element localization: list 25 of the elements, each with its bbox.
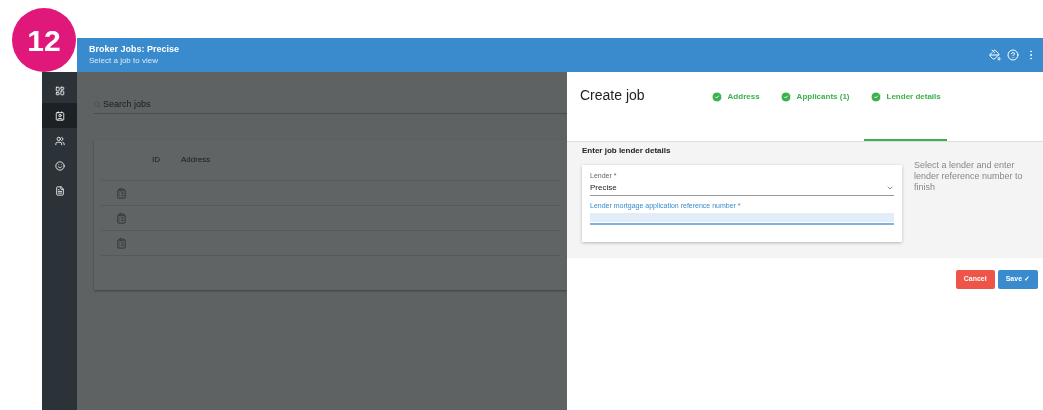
column-header: ID xyxy=(152,154,160,166)
clipboard-icon[interactable] xyxy=(116,212,127,224)
clipboard-icon[interactable] xyxy=(116,237,127,249)
header-title: Broker Jobs: Precise xyxy=(89,44,180,55)
sidebar-item[interactable] xyxy=(42,103,77,128)
sidebar-icon xyxy=(54,110,65,121)
sidebar-icon xyxy=(54,135,65,146)
help-icon[interactable] xyxy=(1007,49,1019,61)
step-tab[interactable]: Address xyxy=(704,72,766,141)
paint-bucket-icon[interactable] xyxy=(989,49,1001,61)
header-subtitle: Select a job to view xyxy=(89,55,159,66)
dialog-title: Create job xyxy=(580,86,645,105)
search-field[interactable]: Search jobs xyxy=(103,97,567,112)
check-circle-icon xyxy=(779,91,792,103)
step-number-badge: 12 xyxy=(12,8,76,72)
sidebar-icon xyxy=(54,185,65,196)
clipboard-icon[interactable] xyxy=(116,187,127,199)
check-circle-icon xyxy=(710,91,723,103)
column-header: Address xyxy=(181,154,211,166)
hint-text: Select a lender and enter lender reference number to finish xyxy=(914,160,1024,194)
step-tab[interactable]: Applicants (1) xyxy=(773,72,856,141)
sidebar-icon xyxy=(54,85,65,96)
sidebar-icon xyxy=(54,160,65,171)
section-title: Enter job lender details xyxy=(582,145,672,157)
check-circle-icon xyxy=(869,91,882,103)
